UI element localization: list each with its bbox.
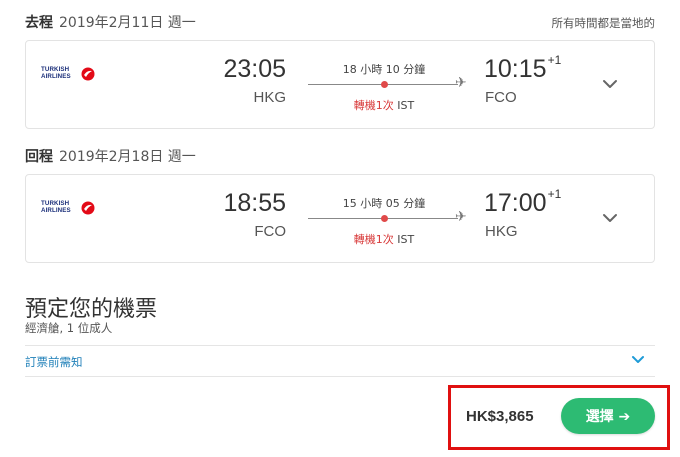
arrival-time-value: 10:15 [484, 55, 547, 83]
stops-info: 轉機1次 IST [309, 231, 459, 247]
departure-time: 18:55 [223, 189, 286, 217]
arrival-day-offset: +1 [547, 186, 562, 201]
departure-airport-code: FCO [254, 223, 286, 240]
departure-time: 23:05 [223, 55, 286, 83]
turkish-airlines-logo: TURKISH AIRLINES [41, 200, 99, 215]
booking-title: 預定您的機票 [25, 297, 158, 322]
pre-booking-info-row[interactable]: 訂票前需知 [25, 345, 655, 377]
select-button[interactable]: 選擇 ➔ [561, 398, 655, 434]
arrival-airport-code: HKG [485, 223, 518, 240]
airplane-icon: ✈ [455, 209, 467, 225]
arrival-time-value: 17:00 [484, 189, 547, 217]
arrival-time: 10:15+1 [484, 52, 562, 84]
chevron-down-icon[interactable] [631, 355, 645, 364]
stops-info: 轉機1次 IST [309, 97, 459, 113]
outbound-flight-card[interactable]: TURKISH AIRLINES 23:05 HKG 18 小時 10 分鐘 ✈ … [25, 40, 655, 129]
airline-name-line2: AIRLINES [41, 206, 71, 214]
turkish-airlines-emblem-icon [81, 67, 95, 81]
timezone-note: 所有時間都是當地的 [551, 16, 656, 30]
inbound-label: 回程 [25, 149, 53, 165]
stops-count: 轉機1次 [353, 99, 394, 112]
turkish-airlines-emblem-icon [81, 201, 95, 215]
stopover-dot [381, 81, 388, 88]
stopover-dot [381, 215, 388, 222]
total-price: HK$3,865 [466, 408, 534, 425]
arrival-time: 17:00+1 [484, 186, 562, 218]
stop-airport: IST [397, 99, 415, 112]
inbound-flight-card[interactable]: TURKISH AIRLINES 18:55 FCO 15 小時 05 分鐘 ✈ … [25, 174, 655, 263]
outbound-header: 去程 2019年2月11日 週一 [25, 12, 196, 32]
airplane-icon: ✈ [455, 75, 467, 91]
arrival-airport-code: FCO [485, 89, 517, 106]
turkish-airlines-logo: TURKISH AIRLINES [41, 66, 99, 81]
airline-name-line2: AIRLINES [41, 72, 71, 80]
inbound-date: 2019年2月18日 週一 [59, 149, 196, 165]
stops-count: 轉機1次 [353, 233, 394, 246]
outbound-date: 2019年2月11日 週一 [59, 15, 196, 31]
chevron-down-icon[interactable] [602, 213, 618, 223]
booking-subtitle: 經濟艙, 1 位成人 [25, 321, 113, 335]
stop-airport: IST [397, 233, 415, 246]
flight-duration: 18 小時 10 分鐘 [342, 63, 426, 76]
chevron-down-icon[interactable] [602, 79, 618, 89]
arrival-day-offset: +1 [547, 52, 562, 67]
pre-booking-info-link[interactable]: 訂票前需知 [25, 354, 83, 370]
flight-duration: 15 小時 05 分鐘 [342, 197, 426, 210]
inbound-header: 回程 2019年2月18日 週一 [25, 146, 196, 166]
departure-airport-code: HKG [253, 89, 286, 106]
outbound-label: 去程 [25, 15, 53, 31]
